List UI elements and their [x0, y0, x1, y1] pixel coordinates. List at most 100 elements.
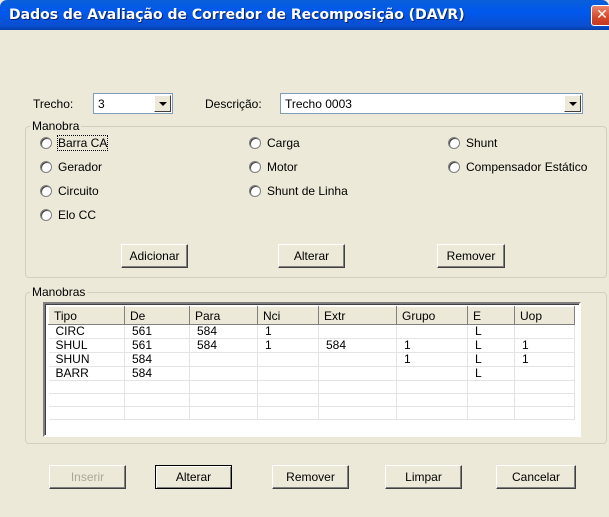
radio-label: Carga [267, 136, 300, 150]
table-cell[interactable]: L [467, 338, 515, 353]
table-row[interactable] [48, 393, 575, 407]
table-cell[interactable] [467, 406, 515, 420]
table-cell[interactable] [514, 380, 575, 394]
table-cell[interactable]: L [467, 352, 515, 367]
table-cell[interactable] [48, 393, 125, 407]
table-cell[interactable] [318, 406, 397, 420]
table-cell[interactable] [396, 366, 468, 381]
table-cell[interactable]: SHUL [48, 338, 125, 353]
table-cell[interactable]: 1 [257, 338, 319, 353]
radio-circle[interactable] [249, 185, 261, 197]
radio-circle[interactable] [448, 137, 460, 149]
manobras-grid[interactable]: Tipo De Para Nci Extr Grupo E Uop CIRC 56… [43, 302, 581, 437]
radio-circle[interactable] [40, 209, 52, 221]
table-cell[interactable]: L [467, 366, 515, 381]
radio-circle[interactable] [40, 161, 52, 173]
table-cell[interactable] [396, 406, 468, 420]
table-cell[interactable]: 1 [514, 352, 575, 367]
table-row[interactable]: SHUN 584 1 L 1 [48, 352, 575, 367]
table-cell[interactable] [514, 324, 575, 339]
table-cell[interactable] [189, 393, 258, 407]
table-cell[interactable] [48, 406, 125, 420]
table-cell[interactable] [257, 406, 319, 420]
alterar-button[interactable]: Alterar [155, 465, 232, 489]
table-cell[interactable]: 584 [318, 338, 397, 353]
table-cell[interactable] [318, 380, 397, 394]
table-row[interactable]: BARR 584 L [48, 366, 575, 381]
table-cell[interactable]: 584 [189, 338, 258, 353]
table-row[interactable] [48, 380, 575, 394]
table-cell[interactable] [124, 380, 190, 394]
radio-circle[interactable] [249, 161, 261, 173]
col-header[interactable]: Nci [257, 306, 319, 325]
radio-circle[interactable] [448, 161, 460, 173]
table-cell[interactable] [318, 393, 397, 407]
table-cell[interactable] [514, 393, 575, 407]
radio-circle[interactable] [249, 137, 261, 149]
manobra-legend: Manobra [30, 119, 82, 133]
manobra-remover-button[interactable]: Remover [437, 244, 505, 268]
table-cell[interactable] [48, 380, 125, 394]
table-cell[interactable] [514, 366, 575, 381]
table-row[interactable]: SHUL 561 584 1 584 1 L 1 [48, 338, 575, 353]
radio-circle[interactable] [40, 185, 52, 197]
table-cell[interactable] [396, 393, 468, 407]
inserir-button[interactable]: Inserir [49, 465, 126, 489]
chevron-down-icon[interactable] [154, 95, 171, 112]
descricao-select[interactable]: Trecho 0003 [280, 93, 583, 114]
table-cell[interactable] [189, 352, 258, 367]
table-cell[interactable]: 1 [514, 338, 575, 353]
table-cell[interactable]: 1 [257, 324, 319, 339]
table-cell[interactable] [124, 406, 190, 420]
table-cell[interactable]: 561 [124, 324, 190, 339]
table-cell[interactable]: 584 [124, 352, 190, 367]
table-row[interactable] [48, 406, 575, 420]
manobras-legend: Manobras [30, 285, 88, 299]
table-cell[interactable]: SHUN [48, 352, 125, 367]
radio-circle[interactable] [40, 137, 52, 149]
table-cell[interactable]: 584 [124, 366, 190, 381]
radio-label: Barra CA [56, 135, 109, 151]
table-cell[interactable]: 561 [124, 338, 190, 353]
close-button[interactable]: ✕ [591, 5, 609, 26]
limpar-button[interactable]: Limpar [385, 465, 462, 489]
col-header[interactable]: E [467, 306, 515, 325]
table-cell[interactable] [396, 380, 468, 394]
manobra-alterar-button[interactable]: Alterar [278, 244, 345, 268]
table-cell[interactable] [396, 324, 468, 339]
table-cell[interactable]: L [467, 324, 515, 339]
table-cell[interactable]: 1 [396, 352, 468, 367]
remover-button[interactable]: Remover [272, 465, 349, 489]
table-cell[interactable]: CIRC [48, 324, 125, 339]
table-cell[interactable] [189, 380, 258, 394]
table-cell[interactable] [189, 366, 258, 381]
table-cell[interactable] [257, 352, 319, 367]
title-bar[interactable]: Dados de Avaliação de Corredor de Recomp… [0, 0, 609, 30]
table-cell[interactable] [257, 366, 319, 381]
table-cell[interactable]: 584 [189, 324, 258, 339]
table-cell[interactable] [467, 393, 515, 407]
col-header[interactable]: Tipo [48, 306, 125, 325]
table-cell[interactable] [257, 380, 319, 394]
table-cell[interactable] [257, 393, 319, 407]
table-cell[interactable] [318, 366, 397, 381]
table-cell[interactable]: 1 [396, 338, 468, 353]
table-cell[interactable] [467, 380, 515, 394]
table-cell[interactable] [318, 352, 397, 367]
table-cell[interactable] [189, 406, 258, 420]
table-cell[interactable] [318, 324, 397, 339]
chevron-down-icon[interactable] [564, 95, 581, 112]
col-header[interactable]: Grupo [396, 306, 468, 325]
table-cell[interactable] [514, 406, 575, 420]
descricao-value: Trecho 0003 [285, 97, 352, 111]
col-header[interactable]: Uop [514, 306, 575, 325]
table-row[interactable]: CIRC 561 584 1 L [48, 324, 575, 339]
table-cell[interactable]: BARR [48, 366, 125, 381]
adicionar-button[interactable]: Adicionar [121, 244, 188, 268]
trecho-select[interactable]: 3 [93, 93, 173, 114]
table-cell[interactable] [124, 393, 190, 407]
col-header[interactable]: Extr [318, 306, 397, 325]
cancelar-button[interactable]: Cancelar [496, 465, 576, 489]
col-header[interactable]: Para [189, 306, 258, 325]
col-header[interactable]: De [124, 306, 190, 325]
